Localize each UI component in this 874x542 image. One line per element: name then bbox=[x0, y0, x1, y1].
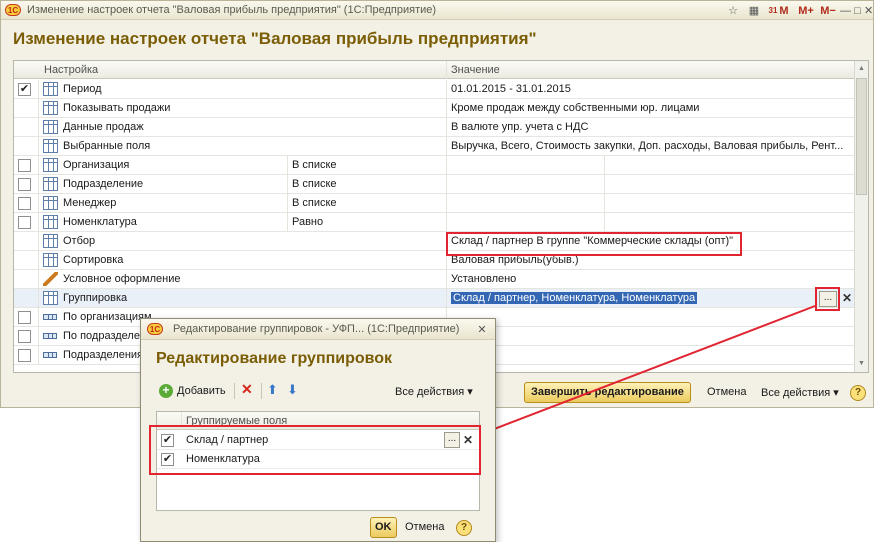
dialog-close-button[interactable]: ✕ bbox=[475, 321, 489, 337]
dialog-titlebar: 1С Редактирование группировок - УФП... (… bbox=[141, 319, 495, 340]
move-up-icon[interactable]: ⬆ bbox=[267, 382, 278, 398]
move-down-icon[interactable]: ⬇ bbox=[287, 382, 298, 398]
dialog-heading: Редактирование группировок bbox=[156, 350, 393, 367]
ok-button[interactable]: OK bbox=[370, 517, 397, 538]
grouping-dialog: 1С Редактирование группировок - УФП... (… bbox=[140, 318, 496, 542]
dialog-all-actions-menu[interactable]: Все действия ▾ bbox=[395, 385, 473, 398]
chevron-down-icon: ▾ bbox=[467, 386, 473, 398]
delete-icon[interactable]: ✕ bbox=[241, 381, 253, 398]
logo-1c-icon: 1С bbox=[147, 323, 163, 335]
toolbar-separator bbox=[261, 383, 262, 399]
toolbar-separator bbox=[234, 383, 235, 399]
dialog-cancel-link[interactable]: Отмена bbox=[405, 521, 444, 533]
dialog-help-icon[interactable]: ? bbox=[456, 520, 472, 536]
add-button[interactable]: Добавить bbox=[177, 385, 226, 397]
dialog-window-title: Редактирование группировок - УФП... (1С:… bbox=[173, 323, 460, 335]
add-icon[interactable]: + bbox=[159, 384, 173, 398]
highlight-rows-box bbox=[149, 425, 481, 475]
